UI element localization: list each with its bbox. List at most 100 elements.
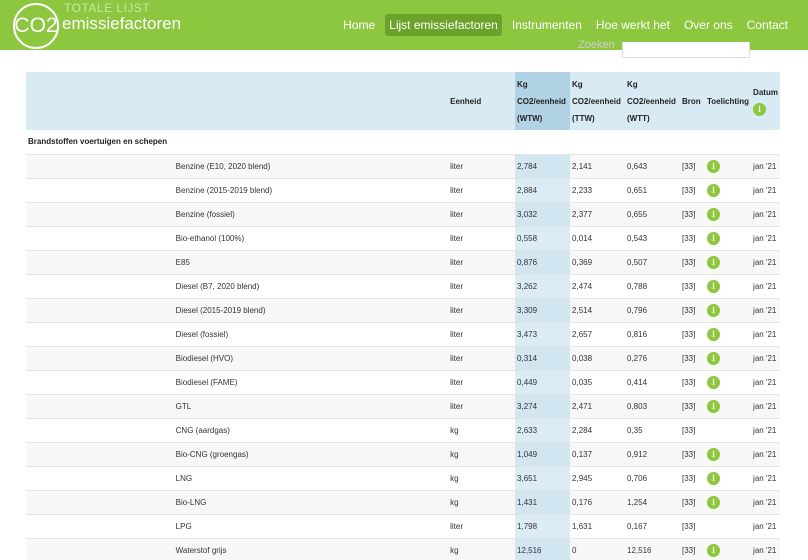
wtw-cell: 2,784: [515, 153, 571, 178]
table-row: Biodiesel (HVO) liter 0,314 0,038 0,276 [33] i…: [26, 345, 780, 370]
wtt-cell: 0,816: [625, 321, 680, 346]
wtw-cell: 3,274: [515, 393, 571, 418]
row-spacer: [26, 249, 174, 274]
wtt-cell: 0,167: [625, 513, 680, 538]
source-cell: [33]: [679, 513, 705, 538]
info-icon[interactable]: i: [706, 303, 720, 317]
unit-cell: kg: [448, 441, 516, 466]
row-spacer: [26, 513, 174, 538]
info-icon[interactable]: i: [753, 103, 767, 117]
nav-link-hoe-werkt-het[interactable]: Hoe werkt het: [592, 15, 674, 35]
wtw-cell: 2,633: [515, 417, 571, 442]
nav-link-lijst-emissiefactoren[interactable]: Lijst emissiefactoren: [385, 14, 502, 36]
wtw-cell: 1,049: [515, 441, 571, 466]
info-icon[interactable]: i: [706, 375, 720, 389]
nav-link-contact[interactable]: Contact: [743, 15, 792, 35]
col-eenheid[interactable]: Eenheid: [448, 72, 515, 130]
info-icon[interactable]: i: [706, 183, 720, 197]
row-spacer: [26, 417, 174, 442]
source-cell: [33]: [679, 153, 705, 178]
info-icon[interactable]: i: [706, 543, 720, 557]
logo-text[interactable]: emissiefactoren: [62, 14, 181, 34]
fuel-name: Bio-CNG (groengas): [173, 441, 449, 466]
info-icon[interactable]: i: [706, 471, 720, 485]
source-cell: [33]: [679, 297, 705, 322]
row-spacer: [26, 369, 174, 394]
fuel-name: Bio-ethanol (100%): [173, 225, 449, 250]
date-cell: jan '21: [751, 225, 780, 250]
info-icon[interactable]: i: [706, 399, 720, 413]
info-icon[interactable]: i: [706, 327, 720, 341]
unit-cell: liter: [448, 297, 516, 322]
row-spacer: [26, 297, 174, 322]
source-cell: [33]: [679, 465, 705, 490]
wtw-cell: 2,884: [515, 177, 571, 202]
unit-cell: liter: [448, 369, 516, 394]
info-icon[interactable]: i: [706, 207, 720, 221]
info-cell: i: [704, 465, 752, 490]
wtw-cell: 3,473: [515, 321, 571, 346]
unit-cell: kg: [448, 489, 516, 514]
col-wtw[interactable]: Kg CO2/eenheid (WTW): [515, 72, 571, 130]
col-datum[interactable]: Datum i: [751, 72, 780, 130]
wtt-cell: 0,414: [625, 369, 680, 394]
unit-cell: kg: [448, 417, 516, 442]
fuel-name: Benzine (2015-2019 blend): [173, 177, 449, 202]
ttw-cell: 0,038: [570, 345, 625, 370]
table-row: Biodiesel (FAME) liter 0,449 0,035 0,414 [33]…: [26, 369, 780, 394]
row-spacer: [26, 225, 174, 250]
row-spacer: [26, 465, 174, 490]
col-ttw[interactable]: Kg CO2/eenheid (TTW): [570, 72, 625, 130]
emission-factors-table: Eenheid Kg CO2/eenheid (WTW) Kg CO2/eenheid…: [26, 72, 780, 560]
ttw-cell: 2,474: [570, 273, 625, 298]
source-cell: [33]: [679, 393, 705, 418]
source-cell: [33]: [679, 369, 705, 394]
row-spacer: [26, 273, 174, 298]
unit-cell: kg: [448, 537, 516, 560]
info-icon[interactable]: i: [706, 279, 720, 293]
source-cell: [33]: [679, 201, 705, 226]
search-input[interactable]: [622, 42, 750, 58]
logo-mark[interactable]: CO2: [13, 3, 59, 49]
info-icon[interactable]: i: [706, 159, 720, 173]
info-icon[interactable]: i: [706, 447, 720, 461]
fuel-name: Waterstof grijs: [173, 537, 449, 560]
wtw-cell: 1,431: [515, 489, 571, 514]
table-row: E85 liter 0,876 0,369 0,507 [33] i jan '21: [26, 249, 780, 274]
unit-cell: liter: [448, 345, 516, 370]
ttw-cell: 2,233: [570, 177, 625, 202]
date-cell: jan '21: [751, 321, 780, 346]
source-cell: [33]: [679, 177, 705, 202]
date-cell: jan '21: [751, 369, 780, 394]
table-header-row: Eenheid Kg CO2/eenheid (WTW) Kg CO2/eenheid…: [26, 72, 780, 130]
fuel-name: LPG: [173, 513, 449, 538]
wtt-cell: 0,276: [625, 345, 680, 370]
wtw-cell: 3,309: [515, 297, 571, 322]
info-icon[interactable]: i: [706, 351, 720, 365]
row-spacer: [26, 393, 174, 418]
wtt-cell: 0,788: [625, 273, 680, 298]
wtw-cell: 3,032: [515, 201, 571, 226]
nav-link-home[interactable]: Home: [339, 15, 379, 35]
ttw-cell: 0: [570, 537, 625, 560]
col-wtt[interactable]: Kg CO2/eenheid (WTT): [625, 72, 680, 130]
fuel-name: Diesel (B7, 2020 blend): [173, 273, 449, 298]
unit-cell: liter: [448, 177, 516, 202]
info-cell: i: [704, 537, 752, 560]
nav-link-over-ons[interactable]: Over ons: [680, 15, 737, 35]
fuel-name: E85: [173, 249, 449, 274]
info-cell: i: [704, 225, 752, 250]
info-icon[interactable]: i: [706, 255, 720, 269]
info-icon[interactable]: i: [706, 495, 720, 509]
row-spacer: [26, 321, 174, 346]
table-row: Diesel (B7, 2020 blend) liter 3,262 2,474 0,…: [26, 273, 780, 298]
wtt-cell: 0,655: [625, 201, 680, 226]
info-cell: i: [704, 273, 752, 298]
nav-link-instrumenten[interactable]: Instrumenten: [508, 15, 586, 35]
col-toelichting[interactable]: Toelichting: [705, 72, 751, 130]
ttw-cell: 2,657: [570, 321, 625, 346]
wtt-cell: 0,651: [625, 177, 680, 202]
info-icon[interactable]: i: [706, 231, 720, 245]
col-bron[interactable]: Bron: [680, 72, 705, 130]
table-row: Bio-CNG (groengas) kg 1,049 0,137 0,912 [33] i…: [26, 441, 780, 466]
